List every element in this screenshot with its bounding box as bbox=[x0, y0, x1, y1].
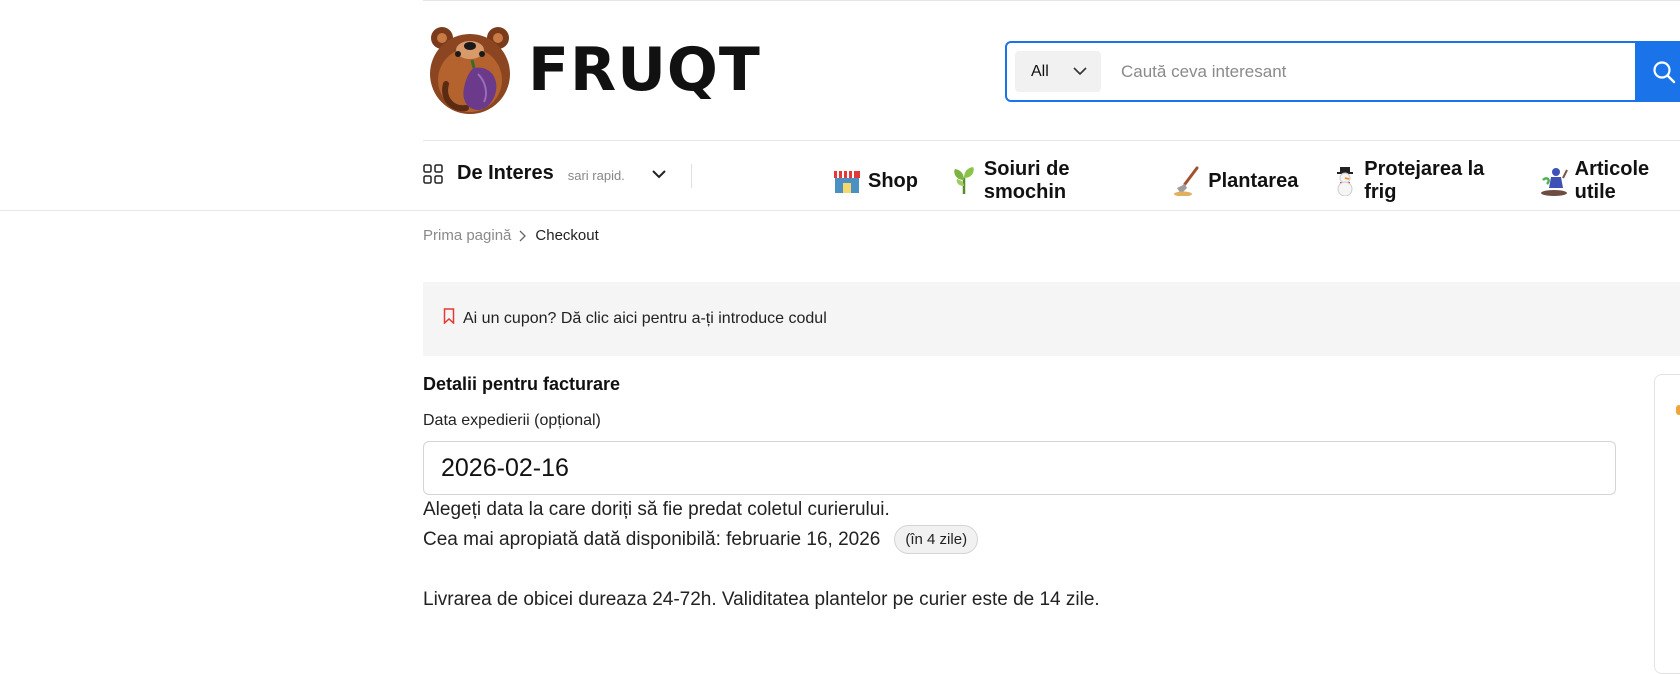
days-badge: (în 4 zile) bbox=[894, 525, 979, 554]
snowman-icon bbox=[1331, 166, 1358, 196]
order-summary-card bbox=[1654, 374, 1680, 674]
bookmark-icon bbox=[443, 308, 455, 324]
nav-item-label: Soiuri de smochin bbox=[983, 158, 1070, 203]
nav-item-label: Shop bbox=[868, 169, 918, 192]
de-interes-sub: sari rapid. bbox=[567, 168, 625, 183]
grid-icon bbox=[423, 163, 443, 184]
de-interes-label: De Interes bbox=[457, 162, 554, 184]
search-category-select[interactable]: All bbox=[1015, 51, 1101, 92]
nav-item-label: Plantarea bbox=[1208, 169, 1299, 192]
top-border bbox=[423, 0, 1680, 1]
nearest-date-text: Cea mai apropiată dată disponibilă: febr… bbox=[423, 528, 881, 550]
delivery-info: Livrarea de obicei dureaza 24-72h. Valid… bbox=[423, 589, 1100, 610]
nav-item-protejarea[interactable]: Protejarea la frig bbox=[1331, 158, 1505, 204]
nav-item-plantarea[interactable]: Plantarea bbox=[1172, 166, 1298, 196]
chevron-down-icon bbox=[1073, 67, 1087, 76]
order-summary-marker bbox=[1676, 405, 1680, 415]
nav-item-shop[interactable]: Shop bbox=[832, 166, 918, 196]
shipping-date-input[interactable] bbox=[423, 441, 1616, 495]
search-input[interactable] bbox=[1101, 60, 1635, 83]
nav-item-articole[interactable]: Articole utile bbox=[1539, 158, 1680, 204]
nav-item-soiuri[interactable]: Soiuri de smochin bbox=[951, 158, 1139, 204]
nav-separator bbox=[691, 164, 692, 188]
gardener-icon bbox=[1539, 166, 1569, 196]
breadcrumb-home-link[interactable]: Prima pagină bbox=[423, 227, 511, 244]
nav-item-label: Protejarea la frig bbox=[1364, 158, 1485, 203]
header-divider bbox=[423, 140, 1680, 141]
coupon-notice[interactable]: Ai un cupon? Dă clic aici pentru a-ți in… bbox=[423, 282, 1680, 356]
chevron-right-icon bbox=[519, 230, 527, 241]
brand-name: FRUQT bbox=[528, 35, 761, 105]
coupon-text: Ai un cupon? Dă clic aici pentru a-ți in… bbox=[463, 310, 827, 327]
sprout-icon bbox=[951, 166, 978, 196]
site-logo[interactable]: FRUQT bbox=[428, 24, 761, 116]
shipping-date-label: Data expedierii (opțional) bbox=[423, 412, 601, 429]
nav-item-label: Articole utile bbox=[1574, 158, 1650, 203]
de-interes-menu[interactable]: De Interes sari rapid. bbox=[423, 162, 667, 185]
breadcrumb-current: Checkout bbox=[535, 227, 599, 244]
shop-icon bbox=[832, 166, 862, 196]
search-icon bbox=[1653, 60, 1676, 83]
main-nav: Shop Soiuri de smochin Plantarea Proteja… bbox=[832, 158, 1680, 204]
search-category-value: All bbox=[1031, 62, 1049, 80]
chevron-down-icon bbox=[652, 169, 666, 178]
search-button[interactable] bbox=[1635, 43, 1680, 100]
breadcrumb: Prima pagină Checkout bbox=[423, 227, 599, 244]
bear-logo-icon bbox=[430, 27, 510, 114]
nearest-date-row: Cea mai apropiată dată disponibilă: febr… bbox=[423, 525, 979, 554]
search-bar: All bbox=[1005, 41, 1680, 102]
shovel-icon bbox=[1172, 166, 1202, 196]
shipping-date-help: Alegeți data la care doriți să fie preda… bbox=[423, 499, 890, 520]
billing-title: Detalii pentru facturare bbox=[423, 374, 621, 394]
nav-divider bbox=[0, 210, 1680, 211]
